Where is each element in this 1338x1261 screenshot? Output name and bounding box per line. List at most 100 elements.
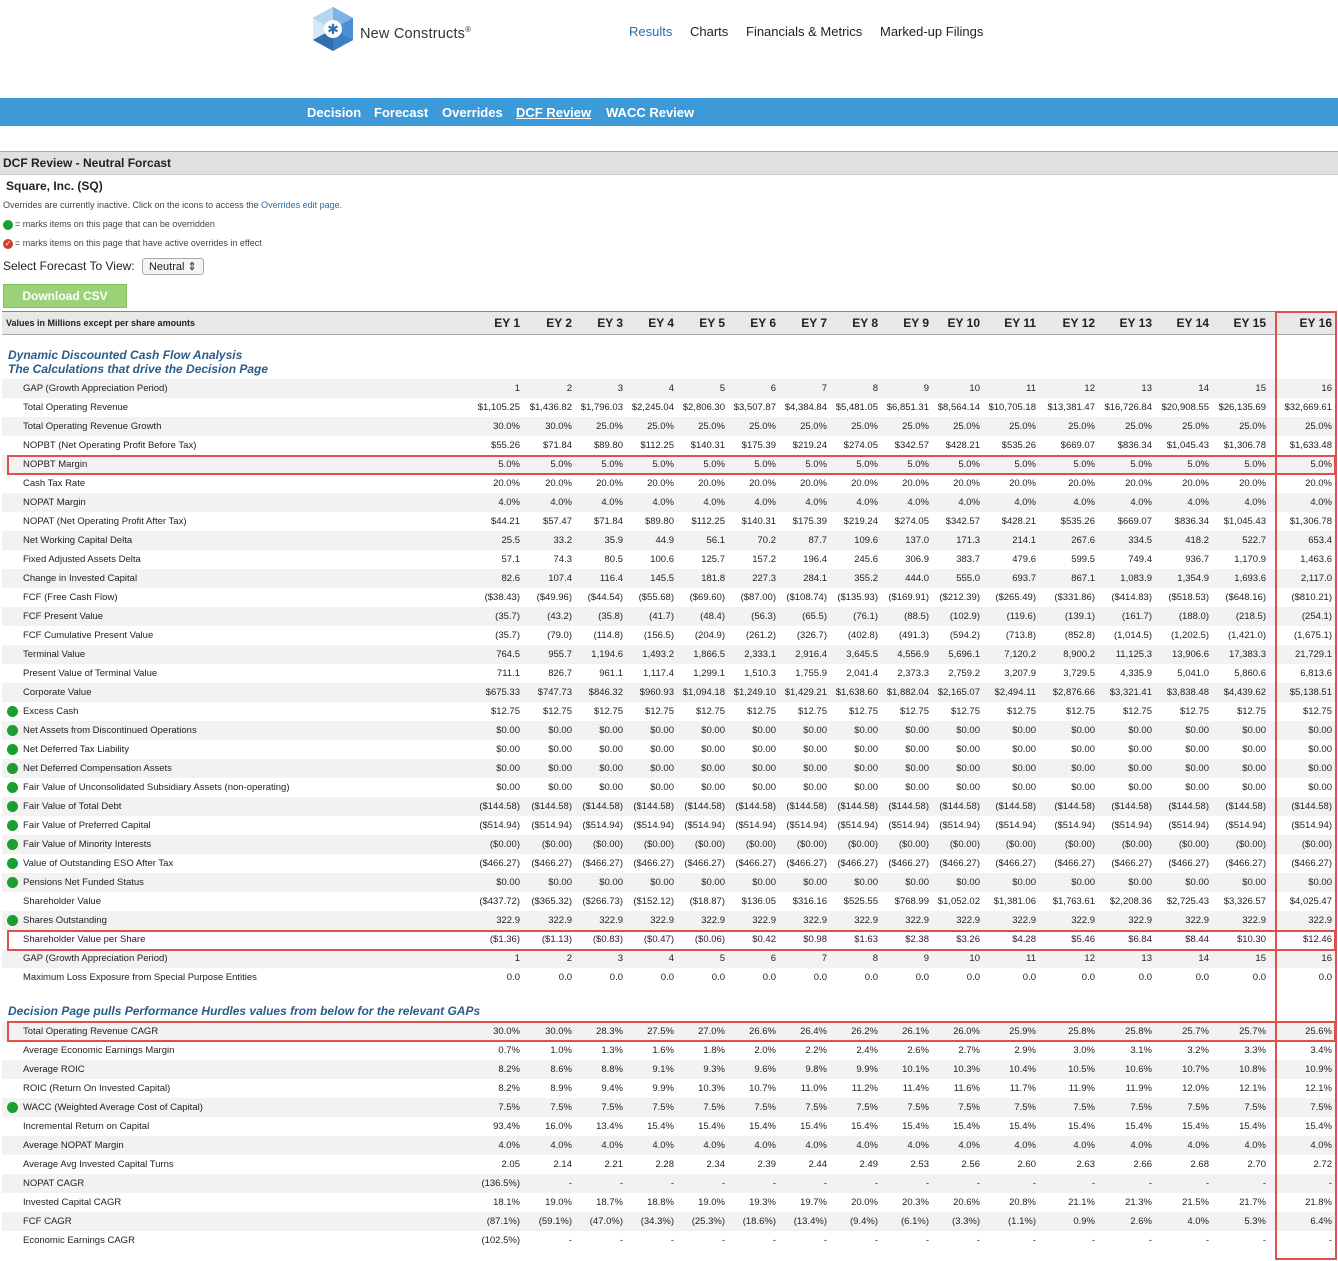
table-row: FCF Cumulative Present Value (35.7) (79.0)… xyxy=(2,626,1336,645)
row-label: ROIC (Return On Invested Capital) xyxy=(23,1083,171,1094)
nav-results[interactable]: Results xyxy=(629,24,672,39)
cell-value: $1,633.48 xyxy=(1289,440,1332,451)
table-row: Incremental Return on Capital 93.4% 16.0% 1… xyxy=(2,1117,1336,1136)
section-title-bar: DCF Review - Neutral Forcast xyxy=(0,151,1338,175)
cell-value: ($0.00) xyxy=(1235,839,1266,850)
cell-value: 21.7% xyxy=(1239,1197,1266,1208)
tab-overrides[interactable]: Overrides xyxy=(442,105,503,120)
cell-value: 15 xyxy=(1255,953,1266,964)
row-label: Change in Invested Capital xyxy=(23,573,138,584)
logo-hexagon-icon: ✱ xyxy=(313,7,353,51)
cell-value: $1,306.78 xyxy=(1289,516,1332,527)
cell-value: $26,135.69 xyxy=(1218,402,1266,413)
row-label: WACC (Weighted Average Cost of Capital) xyxy=(23,1102,203,1113)
row-label: Average ROIC xyxy=(23,1064,85,1075)
cell-value: $0.00 xyxy=(1308,744,1332,755)
nav-charts[interactable]: Charts xyxy=(690,24,728,39)
overrides-edit-link[interactable]: Overrides edit page xyxy=(261,200,340,210)
row-label: Terminal Value xyxy=(23,649,86,660)
table-row: Shareholder Value per Share ($1.36) ($1.13… xyxy=(2,930,1336,949)
cell-value: 15.4% xyxy=(1239,1121,1266,1132)
row-label: Fair Value of Minority Interests xyxy=(23,839,152,850)
override-dot-icon[interactable] xyxy=(7,782,18,793)
cell-value: 4.0% xyxy=(1310,497,1332,508)
tab-dcf-review[interactable]: DCF Review xyxy=(516,105,591,120)
override-dot-icon[interactable] xyxy=(7,839,18,850)
cell-value: 5.3% xyxy=(1244,1216,1266,1227)
nav-marked-up-filings[interactable]: Marked-up Filings xyxy=(880,24,983,39)
cell-value: ($466.27) xyxy=(1225,858,1266,869)
cell-value: ($466.27) xyxy=(1291,858,1332,869)
download-csv-button[interactable]: Download CSV xyxy=(3,284,127,308)
override-dot-icon[interactable] xyxy=(7,744,18,755)
tab-wacc-review[interactable]: WACC Review xyxy=(606,105,694,120)
cell-value: ($810.21) xyxy=(1291,592,1332,603)
cell-value: $0.00 xyxy=(1242,877,1266,888)
row-label: Shareholder Value xyxy=(23,896,101,907)
row-label: Corporate Value xyxy=(23,687,92,698)
row-label: GAP (Growth Appreciation Period) xyxy=(23,383,168,394)
row-label: Total Operating Revenue xyxy=(23,402,129,413)
forecast-selector: Select Forecast To View: Neutral ⇕ xyxy=(3,258,204,275)
column-header: EY 16 xyxy=(1299,316,1332,330)
forecast-select[interactable]: Neutral ⇕ xyxy=(141,258,204,275)
column-header: EY 13 xyxy=(1119,316,1152,330)
table-row: NOPAT (Net Operating Profit After Tax) $4… xyxy=(2,512,1336,531)
row-label: Fair Value of Unconsolidated Subsidiary … xyxy=(23,782,290,793)
row-label: Average Economic Earnings Margin xyxy=(23,1045,175,1056)
column-header: EY 12 xyxy=(1062,316,1095,330)
table-row: FCF Present Value (35.7) (43.2) (35.8) (41.7… xyxy=(2,607,1336,626)
override-dot-icon[interactable] xyxy=(7,877,18,888)
cell-value: - xyxy=(1262,1178,1266,1189)
row-label: Cash Tax Rate xyxy=(23,478,86,489)
cell-value: 5.0% xyxy=(1244,459,1266,470)
table-row: Cash Tax Rate 20.0% 20.0% 20.0% 20.0% 20.0% 20… xyxy=(2,474,1336,493)
nav-financials-metrics[interactable]: Financials & Metrics xyxy=(746,24,862,39)
table-row: Fair Value of Minority Interests ($0.00) (… xyxy=(2,835,1336,854)
select-arrows-icon: ⇕ xyxy=(187,261,197,273)
cell-value: $0.00 xyxy=(1308,725,1332,736)
table-row: Net Deferred Tax Liability $0.00 $0.00 $0.0… xyxy=(2,740,1336,759)
override-dot-icon[interactable] xyxy=(7,1102,18,1113)
cell-value: ($514.94) xyxy=(1291,820,1332,831)
section1-subtitle: The Calculations that drive the Decision… xyxy=(8,362,269,376)
row-label: FCF Present Value xyxy=(23,611,104,622)
row-label: Maximum Loss Exposure from Special Purpo… xyxy=(23,972,257,983)
cell-value: 25.0% xyxy=(1239,421,1266,432)
cell-value: 21,729.1 xyxy=(1295,649,1332,660)
table-row: Total Operating Revenue Growth 30.0% 30.0%… xyxy=(2,417,1336,436)
table-row: Shareholder Value ($437.72) ($365.32) ($266… xyxy=(2,892,1336,911)
cell-value: ($648.16) xyxy=(1225,592,1266,603)
cell-value: 7.5% xyxy=(1244,1102,1266,1113)
table-row: Average NOPAT Margin 4.0% 4.0% 4.0% 4.0% 4.0%… xyxy=(2,1136,1336,1155)
logo[interactable]: ✱ New Constructs® xyxy=(310,5,510,55)
override-dot-icon[interactable] xyxy=(7,706,18,717)
cell-value: (218.5) xyxy=(1235,611,1266,622)
section-title: DCF Review - Neutral Forcast xyxy=(3,156,172,170)
override-dot-icon[interactable] xyxy=(7,915,18,926)
row-label: Invested Capital CAGR xyxy=(23,1197,122,1208)
cell-value: 7.5% xyxy=(1310,1102,1332,1113)
override-dot-icon[interactable] xyxy=(7,725,18,736)
tab-forecast[interactable]: Forecast xyxy=(374,105,428,120)
cell-value: 10.8% xyxy=(1239,1064,1266,1075)
cell-value: (254.1) xyxy=(1301,611,1332,622)
cell-value: 15 xyxy=(1255,383,1266,394)
row-label: GAP (Growth Appreciation Period) xyxy=(23,953,168,964)
override-dot-icon[interactable] xyxy=(7,858,18,869)
override-dot-icon[interactable] xyxy=(7,801,18,812)
table-row: Maximum Loss Exposure from Special Purpo… xyxy=(2,968,1336,987)
override-dot-icon[interactable] xyxy=(7,820,18,831)
cell-value: 25.7% xyxy=(1239,1026,1266,1037)
row-label: FCF CAGR xyxy=(23,1216,72,1227)
row-label: Net Working Capital Delta xyxy=(23,535,133,546)
override-dot-icon[interactable] xyxy=(7,763,18,774)
tab-decision[interactable]: Decision xyxy=(307,105,361,120)
cell-value: 10.9% xyxy=(1305,1064,1332,1075)
cell-value: 25.0% xyxy=(1305,421,1332,432)
cell-value: 4.0% xyxy=(1244,1140,1266,1151)
table-row: GAP (Growth Appreciation Period) 1 2 3 4 5 6 7 8… xyxy=(2,949,1336,968)
table-row: NOPAT Margin 4.0% 4.0% 4.0% 4.0% 4.0% 4.0% 4.0%… xyxy=(2,493,1336,512)
row-label: Present Value of Terminal Value xyxy=(23,668,158,679)
red-legend: ✓ = marks items on this page that have ac… xyxy=(3,238,262,249)
